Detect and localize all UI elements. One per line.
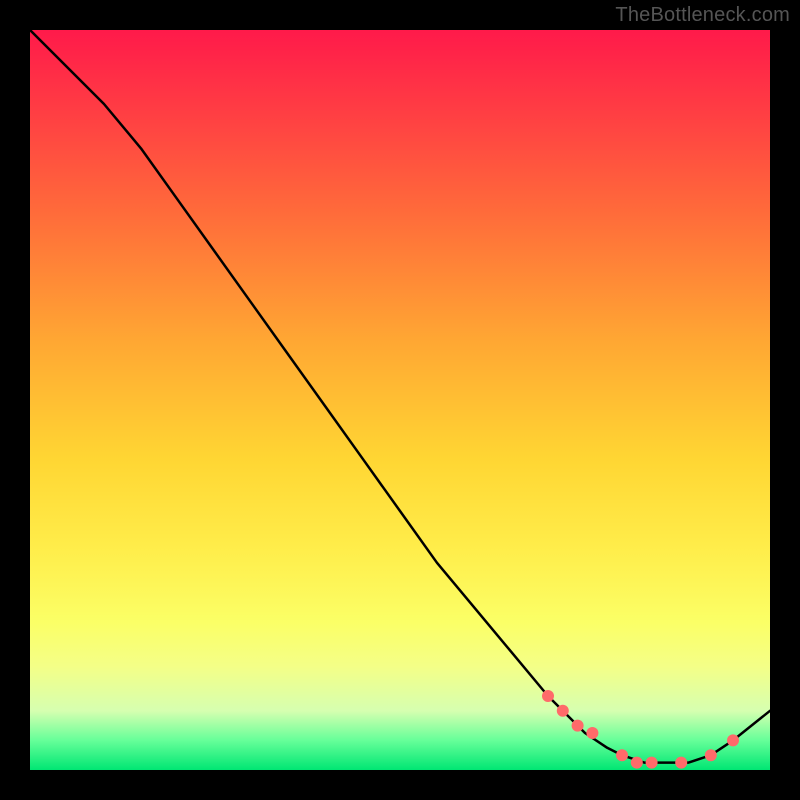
highlight-marker <box>631 757 643 769</box>
highlight-marker <box>705 749 717 761</box>
chart-frame: TheBottleneck.com <box>0 0 800 800</box>
highlight-marker <box>557 705 569 717</box>
watermark-text: TheBottleneck.com <box>615 4 790 27</box>
highlight-marker <box>727 734 739 746</box>
bottleneck-curve-line <box>30 30 770 763</box>
plot-area <box>30 30 770 770</box>
highlight-marker <box>542 690 554 702</box>
highlight-marker <box>646 757 658 769</box>
highlight-marker <box>675 757 687 769</box>
highlight-marker <box>586 727 598 739</box>
highlight-marker <box>572 720 584 732</box>
highlight-markers <box>542 690 739 769</box>
bottleneck-curve-svg <box>30 30 770 770</box>
highlight-marker <box>616 749 628 761</box>
